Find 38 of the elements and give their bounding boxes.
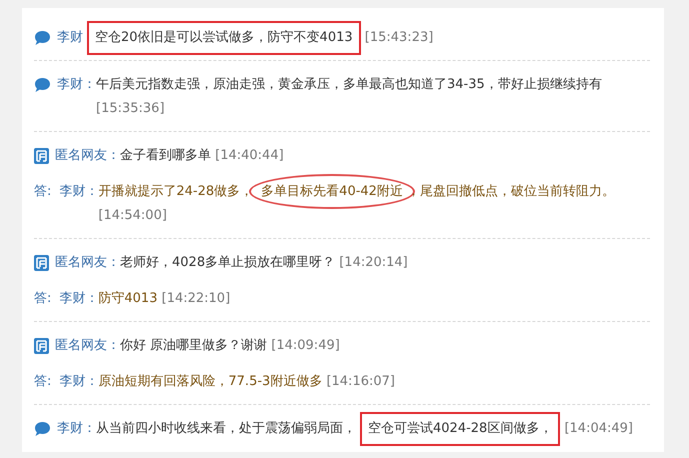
message-text: 你好 原油哪里做多？谢谢: [120, 338, 268, 353]
author-name: 匿名网友：: [55, 254, 120, 272]
timestamp: [14:54:00]: [98, 208, 167, 223]
answer-label: 答:: [34, 183, 52, 201]
author-name: 匿名网友：: [55, 337, 120, 355]
author-name: 李财：: [59, 290, 98, 308]
form-icon: [34, 338, 49, 354]
timestamp: [14:20:14]: [338, 255, 408, 270]
author-name: 李财：: [57, 420, 96, 438]
speech-bubble-icon: [34, 30, 51, 46]
answer-label: 答:: [34, 290, 52, 308]
highlighted-text: 空仓20依旧是可以尝试做多，防守不变4013: [87, 21, 361, 55]
message-text: 午后美元指数走强，原油走强，黄金承压，多单最高也知道了34-35，带好止损继续持有: [96, 77, 602, 92]
author-name: 匿名网友：: [55, 147, 120, 165]
author-name: 李财：: [59, 373, 98, 391]
author-name: 李财：: [57, 76, 96, 94]
message-text: 原油短期有回落风险，77.5-3附近做多: [98, 374, 322, 389]
timestamp: [14:22:10]: [160, 291, 230, 306]
highlighted-text: 空仓可尝试4024-28区间做多，: [360, 412, 560, 446]
message-text: 从当前四小时收线来看，处于震荡偏弱局面，: [96, 421, 356, 436]
author-name: 李财: [57, 29, 83, 47]
speech-bubble-icon: [34, 77, 51, 93]
timestamp: [14:40:44]: [214, 148, 284, 163]
timestamp: [14:16:07]: [325, 374, 395, 389]
speech-bubble-icon: [34, 421, 51, 437]
timestamp: [14:04:49]: [563, 421, 633, 436]
form-icon: [34, 148, 49, 164]
message-text: 开播就提示了24-28做多，: [98, 184, 254, 199]
message-text: 金子看到哪多单: [120, 148, 211, 163]
message-text: ，尾盘回撤低点，破位当前转阻力。: [406, 184, 615, 199]
timestamp: [15:35:36]: [96, 101, 165, 116]
answer-label: 答:: [34, 373, 52, 391]
message-text: 老师好，4028多单止损放在哪里呀？: [120, 255, 336, 270]
form-icon: [34, 255, 49, 271]
timestamp: [14:09:49]: [270, 338, 340, 353]
message-text: 防守4013: [98, 291, 158, 306]
author-name: 李财：: [59, 183, 98, 201]
timestamp: [15:43:23]: [364, 30, 434, 45]
